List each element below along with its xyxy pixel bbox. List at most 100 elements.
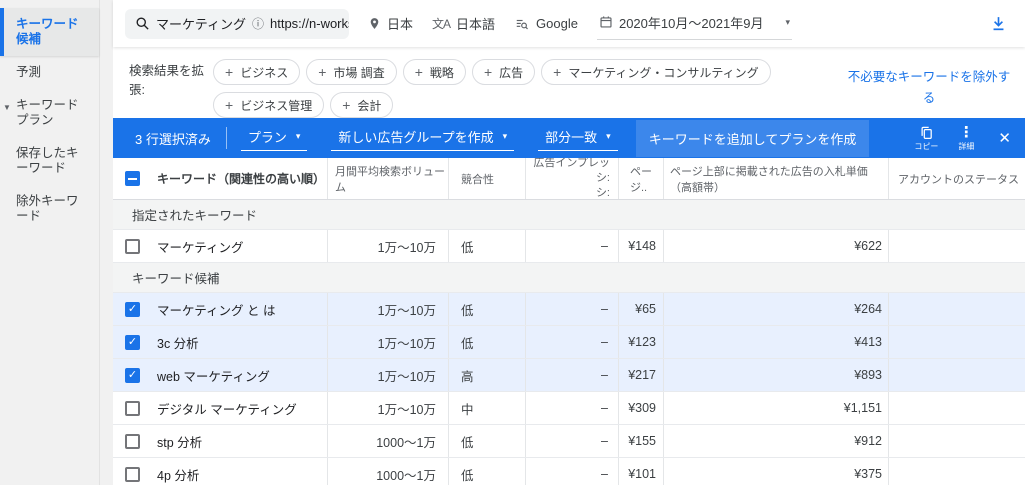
table-row[interactable]: マーケティング 1万〜10万 低 – ¥148 ¥622 [113, 230, 1025, 263]
row-checkbox[interactable] [125, 400, 140, 416]
page-bid-cell: ¥309 [618, 392, 663, 424]
sidebar-item[interactable]: ▼ キーワード プラン [0, 89, 99, 137]
volume-cell: 1万〜10万 [327, 392, 448, 424]
page-bid-cell: ¥217 [618, 359, 663, 391]
top-bid-cell: ¥375 [663, 458, 888, 485]
table-row[interactable]: web マーケティング 1万〜10万 高 – ¥217 ¥893 [113, 359, 1025, 392]
header-page-bid[interactable]: ページ.. [618, 158, 663, 199]
add-keyword-chip[interactable]: + 広告 [471, 59, 536, 85]
table-row[interactable]: デジタル マーケティング 1万〜10万 中 – ¥309 ¥1,151 [113, 392, 1025, 425]
sidebar-item[interactable]: 保存したキーワード [0, 137, 99, 185]
row-checkbox-cell [113, 326, 152, 358]
search-input[interactable]: マーケティング ⓘ https://n-works.link/ [125, 8, 349, 39]
table-header-row: キーワード（関連性の高い順） 月間平均検索ボリューム 競合性 広告インプレッシ:… [113, 158, 1025, 200]
language-filter[interactable]: 文A 日本語 [432, 14, 495, 33]
match-type-dropdown[interactable]: 部分一致 ▾ [538, 125, 618, 151]
add-keyword-chip[interactable]: + 市場 調査 [306, 59, 397, 85]
keyword-cell: マーケティング と は [157, 303, 276, 318]
copy-label: コピー [914, 141, 939, 151]
search-network-icon [514, 17, 530, 31]
chip-label: マーケティング・コンサルティング [568, 65, 759, 80]
more-vert-icon: ⋮ [958, 123, 974, 141]
network-filter[interactable]: Google [514, 16, 578, 31]
account-status-cell [888, 230, 1025, 262]
sidebar-item-label: 保存したキーワード [16, 146, 79, 175]
download-button[interactable] [990, 15, 1007, 32]
calendar-icon [599, 15, 613, 29]
copy-icon [921, 126, 932, 139]
header-keyword[interactable]: キーワード（関連性の高い順） [152, 158, 327, 199]
content-panel: マーケティング ⓘ https://n-works.link/ 日本 文A 日本… [113, 0, 1025, 485]
row-checkbox-cell [113, 458, 152, 485]
header-volume[interactable]: 月間平均検索ボリューム [327, 158, 448, 199]
row-checkbox[interactable] [125, 433, 140, 449]
row-checkbox[interactable] [125, 334, 140, 350]
exclude-keywords-link[interactable]: 不必要なキーワードを除外する [845, 67, 1013, 110]
chevron-down-icon: ▾ [502, 131, 508, 141]
volume-cell: 1000〜1万 [327, 425, 448, 457]
table-row[interactable]: stp 分析 1000〜1万 低 – ¥155 ¥912 [113, 425, 1025, 458]
search-url-text: https://n-works.link/ [269, 16, 349, 31]
competition-cell: 中 [448, 392, 525, 424]
row-checkbox[interactable] [125, 238, 140, 254]
keyword-planner-app: キーワード候補 予測 ▼ キーワード プラン 保存したキーワード 除外キーワード… [0, 0, 1025, 485]
top-bid-cell: ¥264 [663, 293, 888, 325]
close-selection-button[interactable]: ✕ [998, 129, 1011, 147]
sidebar-item-label: 除外キーワード [16, 194, 79, 223]
row-checkbox-cell [113, 230, 152, 262]
row-checkbox[interactable] [125, 301, 140, 317]
location-filter[interactable]: 日本 [368, 14, 413, 33]
table-row[interactable]: 3c 分析 1万〜10万 低 – ¥123 ¥413 [113, 326, 1025, 359]
table-section-row: 指定されたキーワード [113, 200, 1025, 230]
account-status-cell [888, 293, 1025, 325]
chip-label: 戦略 [429, 65, 454, 80]
plus-icon: + [318, 64, 327, 80]
account-status-cell [888, 392, 1025, 424]
add-keyword-chip[interactable]: + マーケティング・コンサルティング [541, 59, 771, 85]
more-options-button[interactable]: ⋮ 詳細 [958, 123, 974, 152]
table-row[interactable]: マーケティング と は 1万〜10万 低 – ¥65 ¥264 [113, 293, 1025, 326]
sidebar-item[interactable]: 予測 [0, 56, 99, 89]
chevron-down-icon: ▾ [606, 131, 611, 141]
header-account-status[interactable]: アカウントのステータス [888, 158, 1025, 199]
competition-cell: 低 [448, 326, 525, 358]
keyword-cell: 3c 分析 [157, 336, 199, 351]
table-row[interactable]: 4p 分析 1000〜1万 低 – ¥101 ¥375 [113, 458, 1025, 485]
add-keyword-chip[interactable]: + ビジネス管理 [213, 92, 325, 118]
add-keyword-chip[interactable]: + ビジネス [213, 59, 301, 85]
header-top-bid[interactable]: ページ上部に掲載された広告の入札単価（高額帯） [663, 158, 888, 199]
date-range-filter[interactable]: 2020年10月〜2021年9月 ▾ [596, 8, 793, 40]
header-impression-share[interactable]: 広告インプレッシ: シ: [525, 158, 618, 199]
chip-label: 市場 調査 [333, 65, 385, 80]
sidebar-item[interactable]: 除外キーワード [0, 185, 99, 233]
header-competition[interactable]: 競合性 [448, 158, 525, 199]
row-checkbox[interactable] [125, 466, 140, 482]
competition-cell: 低 [448, 425, 525, 457]
impression-share-cell: – [525, 458, 618, 485]
keywords-table: キーワード（関連性の高い順） 月間平均検索ボリューム 競合性 広告インプレッシ:… [113, 158, 1025, 485]
account-status-cell [888, 425, 1025, 457]
competition-cell: 高 [448, 359, 525, 391]
account-status-cell [888, 458, 1025, 485]
create-plan-button[interactable]: キーワードを追加してプランを作成 [635, 119, 870, 157]
plus-icon: + [483, 64, 493, 80]
plan-dropdown-label: プラン [247, 130, 287, 145]
translate-icon: 文A [432, 17, 451, 31]
select-all-checkbox[interactable] [125, 171, 140, 186]
row-checkbox[interactable] [125, 367, 140, 383]
account-status-cell [888, 359, 1025, 391]
toolbar-actions: コピー ⋮ 詳細 ✕ [914, 123, 1011, 152]
keyword-expansion-chips: + ビジネス + 市場 調査 + 戦略 + 広告 + マーケティング・コンサルテ… [213, 59, 837, 118]
competition-cell: 低 [448, 230, 525, 262]
add-keyword-chip[interactable]: + 戦略 [402, 59, 466, 85]
header-checkbox-cell [113, 158, 152, 199]
top-bid-cell: ¥912 [663, 425, 888, 457]
ad-group-dropdown[interactable]: 新しい広告グループを作成 ▾ [331, 125, 515, 151]
volume-cell: 1万〜10万 [327, 293, 448, 325]
copy-button[interactable]: コピー [914, 125, 938, 152]
impression-share-cell: – [525, 230, 618, 262]
plan-dropdown[interactable]: プラン ▾ [240, 125, 308, 151]
sidebar-item[interactable]: キーワード候補 [0, 8, 99, 56]
add-keyword-chip[interactable]: + 会計 [330, 92, 394, 118]
expand-search-row: 検索結果を拡張: + ビジネス + 市場 調査 + 戦略 + 広告 + マーケテ… [113, 47, 1025, 118]
